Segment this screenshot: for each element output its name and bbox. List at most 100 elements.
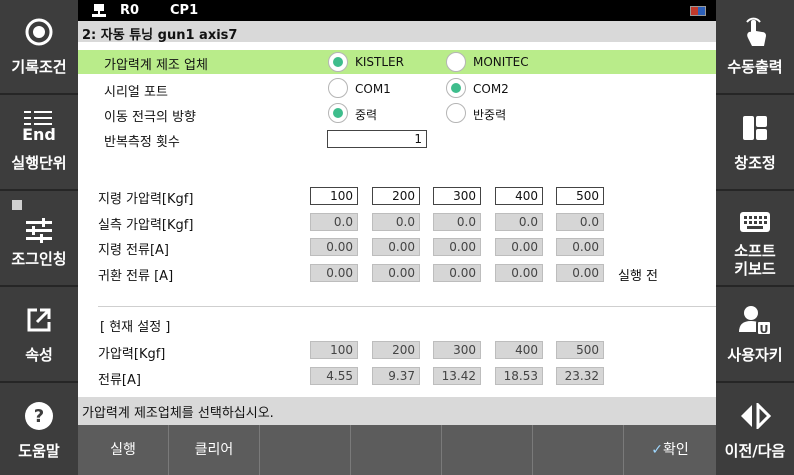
- execution-status: 실행 전: [618, 269, 659, 284]
- confirm-button[interactable]: ✓확인: [624, 425, 716, 475]
- empty-button-5[interactable]: [442, 425, 533, 475]
- manual-output-label: 수동출력: [727, 58, 783, 76]
- serial-port-label: 시리얼 포트: [104, 85, 168, 100]
- record-condition-label: 기록조건: [11, 58, 67, 76]
- current-force-value: 500: [556, 341, 604, 359]
- left-sidebar: 기록조건 End 실행단위 조그인칭 속성 ? 도움말: [0, 0, 78, 475]
- feedback-current-value: 0.00: [556, 264, 604, 282]
- command-force-label: 지령 가압력[Kgf]: [98, 192, 194, 207]
- robot-id: R0: [120, 3, 140, 18]
- measured-force-value: 0.0: [556, 213, 604, 231]
- command-force-input[interactable]: 100: [310, 187, 358, 205]
- svg-text:?: ?: [34, 406, 44, 427]
- soft-keyboard-button[interactable]: 소프트 키보드: [716, 192, 794, 287]
- bottom-toolbar: 실행 클리어 ✓확인: [78, 425, 716, 475]
- radio-com1[interactable]: [328, 78, 348, 98]
- record-icon: [0, 16, 78, 48]
- current-settings-heading: [ 현재 설정 ]: [100, 320, 171, 335]
- sliders-icon: [0, 214, 78, 246]
- robot-icon: [92, 3, 106, 22]
- end-label: End: [22, 125, 56, 144]
- svg-text:U: U: [760, 323, 769, 336]
- current-force-value: 400: [495, 341, 543, 359]
- help-icon: ?: [0, 400, 78, 432]
- current-current-value: 4.55: [310, 367, 358, 385]
- command-current-value: 0.00: [495, 238, 543, 256]
- command-force-input[interactable]: 500: [556, 187, 604, 205]
- prev-next-icon: [716, 400, 794, 432]
- empty-button-6[interactable]: [533, 425, 624, 475]
- execution-unit-button[interactable]: End 실행단위: [0, 96, 78, 191]
- empty-button-4[interactable]: [351, 425, 442, 475]
- status-bar: R0 CP1: [78, 0, 716, 21]
- command-current-value: 0.00: [556, 238, 604, 256]
- current-current-value: 18.53: [495, 367, 543, 385]
- page-title: 2: 자동 튜닝 gun1 axis7: [78, 21, 716, 43]
- current-current-value: 23.32: [556, 367, 604, 385]
- command-current-value: 0.00: [433, 238, 481, 256]
- section-divider: [98, 306, 716, 307]
- prev-next-label: 이전/다음: [724, 442, 786, 460]
- current-force-value: 100: [310, 341, 358, 359]
- current-force-label: 가압력[Kgf]: [98, 347, 166, 362]
- help-button[interactable]: ? 도움말: [0, 384, 78, 475]
- feedback-current-value: 0.00: [495, 264, 543, 282]
- main-content: 가압력계 제조 업체 KISTLER MONITEC 시리얼 포트 COM1 C…: [78, 42, 716, 397]
- radio-com2[interactable]: [446, 78, 466, 98]
- user-key-label: 사용자키: [727, 346, 783, 364]
- flag-icon: [690, 6, 706, 16]
- com2-label: COM2: [473, 82, 509, 96]
- manufacturer-label: 가압력계 제조 업체: [104, 58, 208, 73]
- feedback-current-label: 귀환 전류 [A]: [98, 269, 174, 284]
- properties-button[interactable]: 속성: [0, 288, 78, 383]
- command-force-input[interactable]: 400: [495, 187, 543, 205]
- empty-button-3[interactable]: [260, 425, 351, 475]
- radio-monitec[interactable]: [446, 52, 466, 72]
- direction-label: 이동 전극의 방향: [104, 110, 196, 125]
- current-force-value: 300: [433, 341, 481, 359]
- com1-label: COM1: [355, 82, 391, 96]
- anti-gravity-label: 반중력: [473, 108, 507, 122]
- command-current-label: 지령 전류[A]: [98, 243, 170, 258]
- confirm-label: 확인: [662, 442, 689, 458]
- record-condition-button[interactable]: 기록조건: [0, 0, 78, 95]
- measured-force-value: 0.0: [372, 213, 420, 231]
- soft-label: 소프트: [734, 242, 776, 260]
- clear-button[interactable]: 클리어: [169, 425, 260, 475]
- checkbox-indicator: [12, 200, 22, 210]
- current-force-value: 200: [372, 341, 420, 359]
- manual-output-button[interactable]: 수동출력: [716, 0, 794, 95]
- program-name: CP1: [170, 3, 199, 18]
- jog-inching-button[interactable]: 조그인칭: [0, 192, 78, 287]
- jog-inching-label: 조그인칭: [11, 250, 67, 268]
- measured-force-value: 0.0: [433, 213, 481, 231]
- monitec-label: MONITEC: [473, 55, 529, 69]
- command-current-value: 0.00: [310, 238, 358, 256]
- radio-kistler[interactable]: [328, 52, 348, 72]
- command-force-input[interactable]: 200: [372, 187, 420, 205]
- window-layout-icon: [716, 112, 794, 144]
- command-current-value: 0.00: [372, 238, 420, 256]
- measured-force-value: 0.0: [495, 213, 543, 231]
- command-force-input[interactable]: 300: [433, 187, 481, 205]
- feedback-current-value: 0.00: [310, 264, 358, 282]
- touch-hand-icon: [716, 16, 794, 48]
- radio-gravity[interactable]: [328, 103, 348, 123]
- properties-label: 속성: [25, 346, 53, 364]
- run-button[interactable]: 실행: [78, 425, 169, 475]
- radio-anti-gravity[interactable]: [446, 103, 466, 123]
- right-sidebar: 수동출력 창조정 소프트 키보드 U 사용자키 이전/다음: [716, 0, 794, 475]
- user-key-button[interactable]: U 사용자키: [716, 288, 794, 383]
- check-icon: ✓: [651, 442, 663, 458]
- feedback-current-value: 0.00: [372, 264, 420, 282]
- window-adjust-label: 창조정: [734, 154, 776, 172]
- feedback-current-value: 0.00: [433, 264, 481, 282]
- repeat-count-input[interactable]: 1: [327, 130, 427, 148]
- prev-next-button[interactable]: 이전/다음: [716, 384, 794, 475]
- repeat-count-label: 반복측정 횟수: [104, 135, 180, 150]
- help-label: 도움말: [18, 442, 60, 460]
- open-external-icon: [0, 304, 78, 336]
- window-adjust-button[interactable]: 창조정: [716, 96, 794, 191]
- message-bar: 가압력계 제조업체를 선택하십시오.: [78, 397, 716, 425]
- user-key-icon: U: [716, 304, 794, 336]
